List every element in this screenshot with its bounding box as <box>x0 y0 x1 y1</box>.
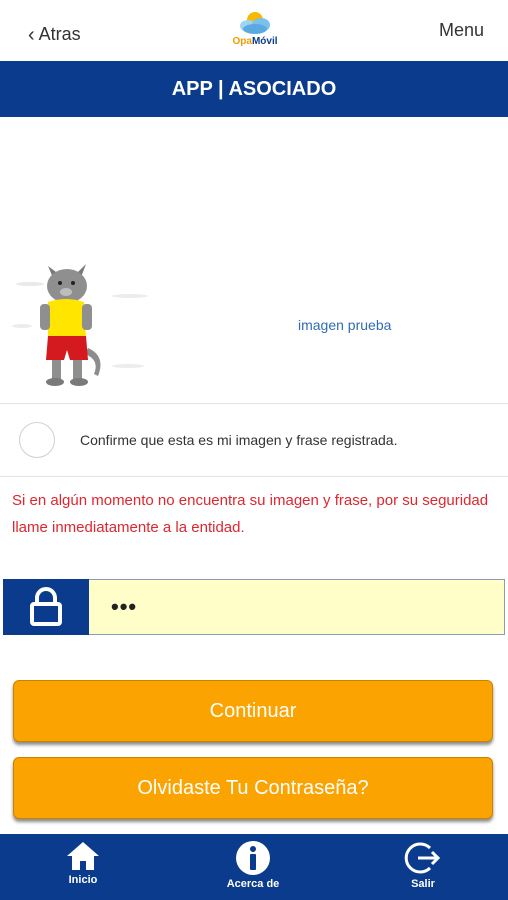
logout-icon <box>404 842 441 874</box>
security-image-panel: imagen prueba <box>0 118 508 403</box>
security-image-caption: imagen prueba <box>298 317 392 333</box>
back-label: Atras <box>38 24 81 44</box>
logo-text: OpaMóvil <box>232 36 278 47</box>
nav-acerca-de[interactable]: Acerca de <box>213 834 293 900</box>
info-icon <box>236 841 270 875</box>
confirm-label: Confirme que esta es mi imagen y frase r… <box>80 432 398 448</box>
nav-label: Acerca de <box>226 878 280 890</box>
top-bar: ‹ Atras OpaMóvil Menu <box>0 0 508 60</box>
continue-button[interactable]: Continuar <box>13 680 493 742</box>
nav-inicio[interactable]: Inicio <box>53 834 113 900</box>
lock-icon-box <box>3 579 89 635</box>
page-title: APP | ASOCIADO <box>0 61 508 117</box>
confirm-row[interactable]: Confirme que esta es mi imagen y frase r… <box>0 404 508 476</box>
confirm-radio[interactable] <box>19 422 55 458</box>
nav-salir[interactable]: Salir <box>393 834 453 900</box>
app-logo: OpaMóvil <box>220 8 290 54</box>
menu-button[interactable]: Menu <box>439 20 484 41</box>
password-input[interactable]: ••• <box>89 579 505 635</box>
divider <box>0 476 508 477</box>
security-warning: Si en algún momento no encuentra su imag… <box>12 492 489 536</box>
bottom-nav: Inicio Acerca de Salir <box>0 834 508 900</box>
forgot-password-button[interactable]: Olvidaste Tu Contraseña? <box>13 757 493 819</box>
lock-icon <box>30 587 62 626</box>
cat-cartoon-image <box>12 264 148 386</box>
cloud-logo-icon <box>240 12 270 34</box>
back-button[interactable]: ‹ Atras <box>28 24 81 45</box>
nav-label: Salir <box>411 878 435 890</box>
chevron-left-icon: ‹ <box>28 23 35 46</box>
password-row: ••• <box>3 579 505 635</box>
nav-label: Inicio <box>68 874 98 886</box>
home-icon <box>67 842 99 870</box>
